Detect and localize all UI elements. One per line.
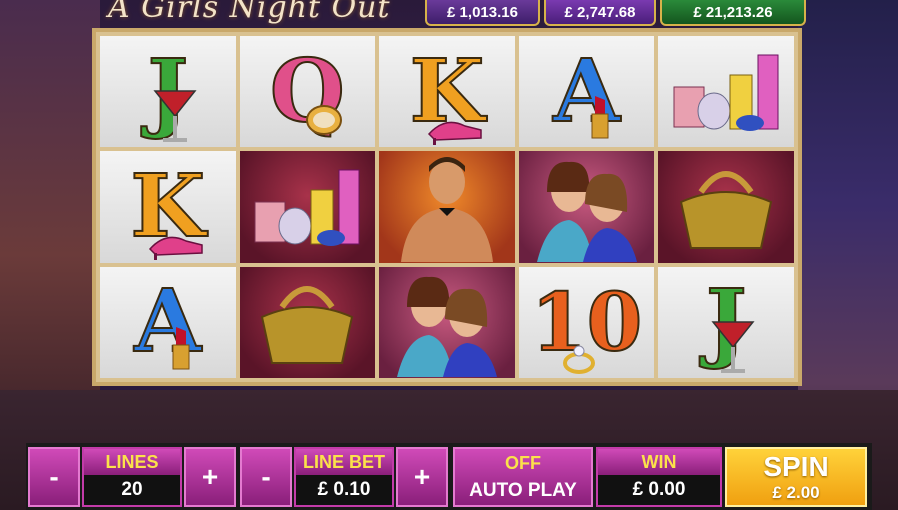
lines-field: LINES 20 (82, 447, 182, 507)
lipstick-icon (172, 326, 190, 370)
win-field: WIN £ 0.00 (596, 447, 722, 507)
reel-symbol-k: K (100, 151, 236, 263)
linebet-decrease-button[interactable]: - (240, 447, 292, 507)
linebet-field: LINE BET £ 0.10 (294, 447, 394, 507)
linebet-increase-button[interactable]: + (396, 447, 448, 507)
reel-symbol-two-women (379, 266, 515, 378)
reel-symbol-perfume (658, 36, 794, 148)
autoplay-label: AUTO PLAY (469, 479, 577, 501)
reel-symbol-two-women (518, 151, 655, 263)
win-value: £ 0.00 (632, 479, 686, 500)
reel-symbol-j: J (100, 36, 236, 148)
reel-grid: J Q K A (92, 28, 802, 386)
lines-decrease-button[interactable]: - (28, 447, 80, 507)
win-label: WIN (598, 449, 720, 475)
game-title: A Girls Night Out (108, 0, 391, 25)
reel-symbol-bartender (379, 151, 515, 263)
reel-symbol-10: 10 (518, 266, 655, 378)
reel-symbol-handbag (239, 266, 376, 378)
spin-cost: £ 2.00 (772, 483, 820, 502)
perfume-bottles-icon (254, 169, 360, 246)
spin-label: SPIN (763, 451, 829, 482)
high-heels-icon (428, 121, 482, 145)
reel-symbol-q: Q (239, 36, 376, 148)
handbag-icon (261, 286, 354, 365)
jackpot-1: £ 1,013.16 (425, 0, 540, 26)
two-women-portrait-icon (396, 277, 497, 378)
spin-button[interactable]: SPIN £ 2.00 (725, 447, 867, 507)
autoplay-button[interactable]: OFF AUTO PLAY (453, 447, 593, 507)
reel-symbol-a: A (518, 36, 655, 148)
jackpot-3: £ 21,213.26 (660, 0, 806, 26)
reel-symbol-handbag (658, 151, 794, 263)
compact-mirror-icon (305, 105, 342, 135)
lipstick-icon (591, 96, 609, 139)
martini-glass-icon (153, 90, 197, 142)
ring-icon (562, 345, 595, 374)
linebet-label: LINE BET (296, 449, 392, 475)
reel-symbol-a: A (100, 266, 236, 378)
lines-increase-button[interactable]: + (184, 447, 236, 507)
linebet-value: £ 0.10 (317, 479, 371, 500)
bartender-portrait-icon (400, 156, 493, 262)
reel-symbol-j: J (658, 266, 794, 378)
two-women-portrait-icon (536, 161, 637, 262)
perfume-bottles-icon (673, 54, 779, 131)
jackpot-2: £ 2,747.68 (544, 0, 656, 26)
high-heels-icon (148, 237, 203, 261)
autoplay-state: OFF (505, 452, 541, 473)
reel-symbol-perfume (239, 151, 376, 263)
lines-label: LINES (84, 449, 180, 475)
reel-symbol-k: K (379, 36, 515, 148)
lines-value: 20 (121, 479, 143, 500)
handbag-icon (680, 171, 773, 249)
martini-glass-icon (711, 320, 755, 373)
